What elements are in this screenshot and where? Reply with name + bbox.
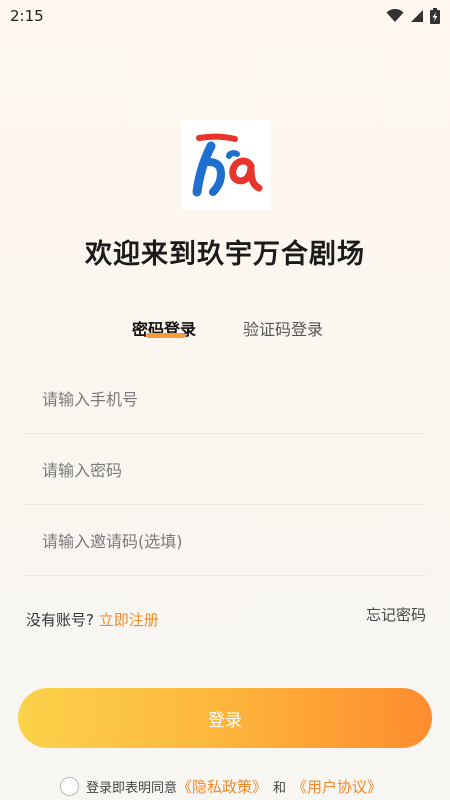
agreement-row: 登录即表明同意 《隐私政策》 和 《用户协议》 (60, 775, 382, 797)
password-field (24, 435, 426, 505)
status-time: 2:15 (10, 7, 44, 25)
cell-signal-icon (411, 10, 423, 22)
phone-input[interactable] (42, 364, 412, 434)
tab-sms-login[interactable]: 验证码登录 (243, 316, 323, 340)
status-icons (386, 8, 440, 24)
wifi-icon (386, 9, 404, 22)
page-title: 欢迎来到玖宇万合剧场 (85, 239, 365, 270)
active-tab-indicator (146, 333, 186, 338)
app-logo (181, 120, 271, 210)
login-tabs: 密码登录 验证码登录 (0, 316, 450, 346)
invite-code-input[interactable] (42, 506, 412, 576)
agreement-and: 和 (273, 780, 287, 796)
register-prompt: 没有账号? (26, 611, 94, 629)
register-row: 没有账号? 立即注册 (26, 609, 159, 630)
phone-field (24, 364, 426, 434)
invite-code-field (24, 506, 426, 576)
battery-charging-icon (430, 8, 440, 24)
login-button[interactable]: 登录 (18, 688, 432, 748)
agreement-text: 登录即表明同意 (86, 780, 178, 796)
password-input[interactable] (42, 435, 412, 505)
register-link[interactable]: 立即注册 (99, 611, 159, 629)
status-bar: 2:15 (0, 0, 450, 32)
agreement-checkbox[interactable] (60, 776, 79, 796)
app-logo-icon (192, 133, 263, 197)
user-agreement-link[interactable]: 《用户协议》 (292, 776, 382, 797)
forgot-password-link[interactable]: 忘记密码 (366, 604, 426, 625)
privacy-policy-link[interactable]: 《隐私政策》 (177, 776, 267, 797)
